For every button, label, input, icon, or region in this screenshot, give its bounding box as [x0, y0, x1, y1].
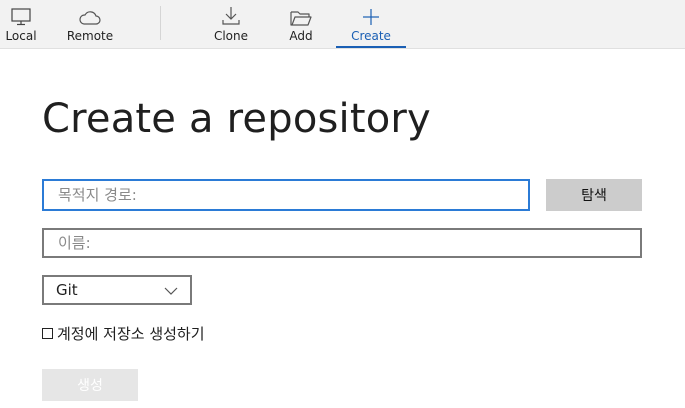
tab-clone[interactable]: Clone [212, 0, 250, 48]
toolbar-separator [160, 6, 161, 40]
destination-path-input[interactable] [56, 185, 516, 205]
destination-path-field[interactable] [42, 179, 530, 211]
tab-local-label: Local [5, 29, 37, 43]
tab-create-label: Create [351, 29, 391, 43]
tab-local[interactable]: Local [2, 0, 40, 48]
repository-name-input[interactable] [56, 233, 628, 253]
create-button[interactable]: 생성 [42, 369, 138, 401]
create-on-account-label: 계정에 저장소 생성하기 [57, 325, 205, 343]
monitor-icon [11, 0, 31, 26]
toolbar: Local Remote Clone Add Create [0, 0, 685, 49]
vcs-type-select[interactable]: Git [42, 275, 192, 305]
tab-clone-label: Clone [213, 29, 249, 43]
cloud-icon [79, 0, 101, 26]
page-title: Create a repository [42, 96, 431, 142]
active-tab-indicator [336, 46, 406, 48]
create-on-account-checkbox[interactable]: 계정에 저장소 생성하기 [42, 323, 205, 344]
folder-icon [290, 0, 312, 26]
download-icon [221, 0, 241, 26]
tab-remote-label: Remote [66, 29, 114, 43]
tab-create[interactable]: Create [336, 0, 406, 48]
plus-icon [362, 0, 380, 26]
repository-name-field[interactable] [42, 228, 642, 258]
tab-add[interactable]: Add [285, 0, 317, 48]
vcs-type-value: Git [56, 281, 78, 299]
browse-button[interactable]: 탐색 [546, 179, 642, 211]
tab-remote[interactable]: Remote [67, 0, 113, 48]
tab-add-label: Add [289, 29, 313, 43]
checkbox-box[interactable] [42, 328, 53, 339]
chevron-down-icon [164, 281, 178, 299]
